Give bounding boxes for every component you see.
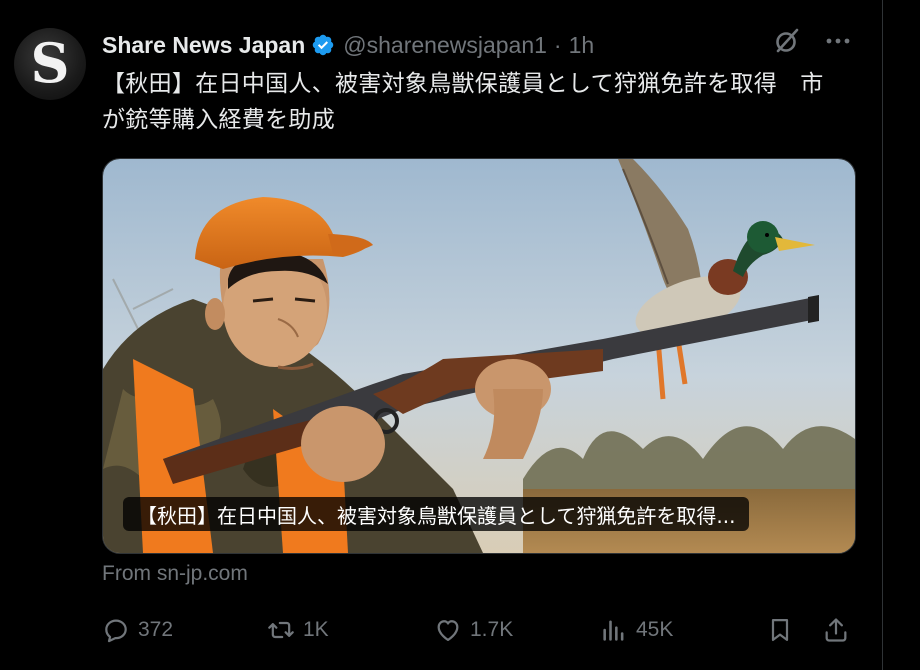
grok-icon[interactable] [772,26,802,56]
avatar[interactable]: S [14,28,86,100]
bookmark-icon [771,618,789,642]
bookmark-button[interactable] [766,612,802,648]
reply-count: 372 [138,618,174,641]
post-text: 【秋田】在日中国人、被害対象鳥獣保護員として狩猟免許を取得 市が銃等購入経費を助… [102,71,824,133]
views-button[interactable]: 45K [600,612,673,648]
like-icon [437,620,459,642]
separator-dot: · [553,31,562,58]
post-header: Share News Japan @sharenewsjapan1 · 1h [102,30,594,60]
top-actions [772,26,852,56]
views-icon [603,620,624,641]
share-icon [825,618,847,642]
avatar-letter: S [30,31,70,95]
like-button[interactable]: 1.7K [434,612,513,648]
author-name[interactable]: Share News Japan [102,32,305,59]
post-time[interactable]: 1h [569,32,595,59]
more-icon[interactable] [824,27,852,55]
share-button[interactable] [822,612,858,648]
repost-icon [268,621,294,639]
verified-icon[interactable] [311,33,335,57]
column-divider [882,0,883,670]
repost-count: 1K [303,618,329,641]
card-image [103,159,855,553]
views-count: 45K [636,618,674,641]
post[interactable]: S Share News Japan @sharenewsjapan1 · 1h… [0,0,882,670]
action-bar: 372 1K 1.7K 45K [102,612,854,648]
card-title: 【秋田】在日中国人、被害対象鳥獣保護員として狩猟免許を取得... [123,497,750,531]
author-handle[interactable]: @sharenewsjapan1 [343,32,547,59]
reply-icon [105,619,127,643]
repost-button[interactable]: 1K [267,612,329,648]
like-count: 1.7K [470,618,514,641]
card-source[interactable]: From sn-jp.com [102,562,248,586]
reply-button[interactable]: 372 [102,612,173,648]
link-card[interactable]: 【秋田】在日中国人、被害対象鳥獣保護員として狩猟免許を取得... [102,158,856,554]
